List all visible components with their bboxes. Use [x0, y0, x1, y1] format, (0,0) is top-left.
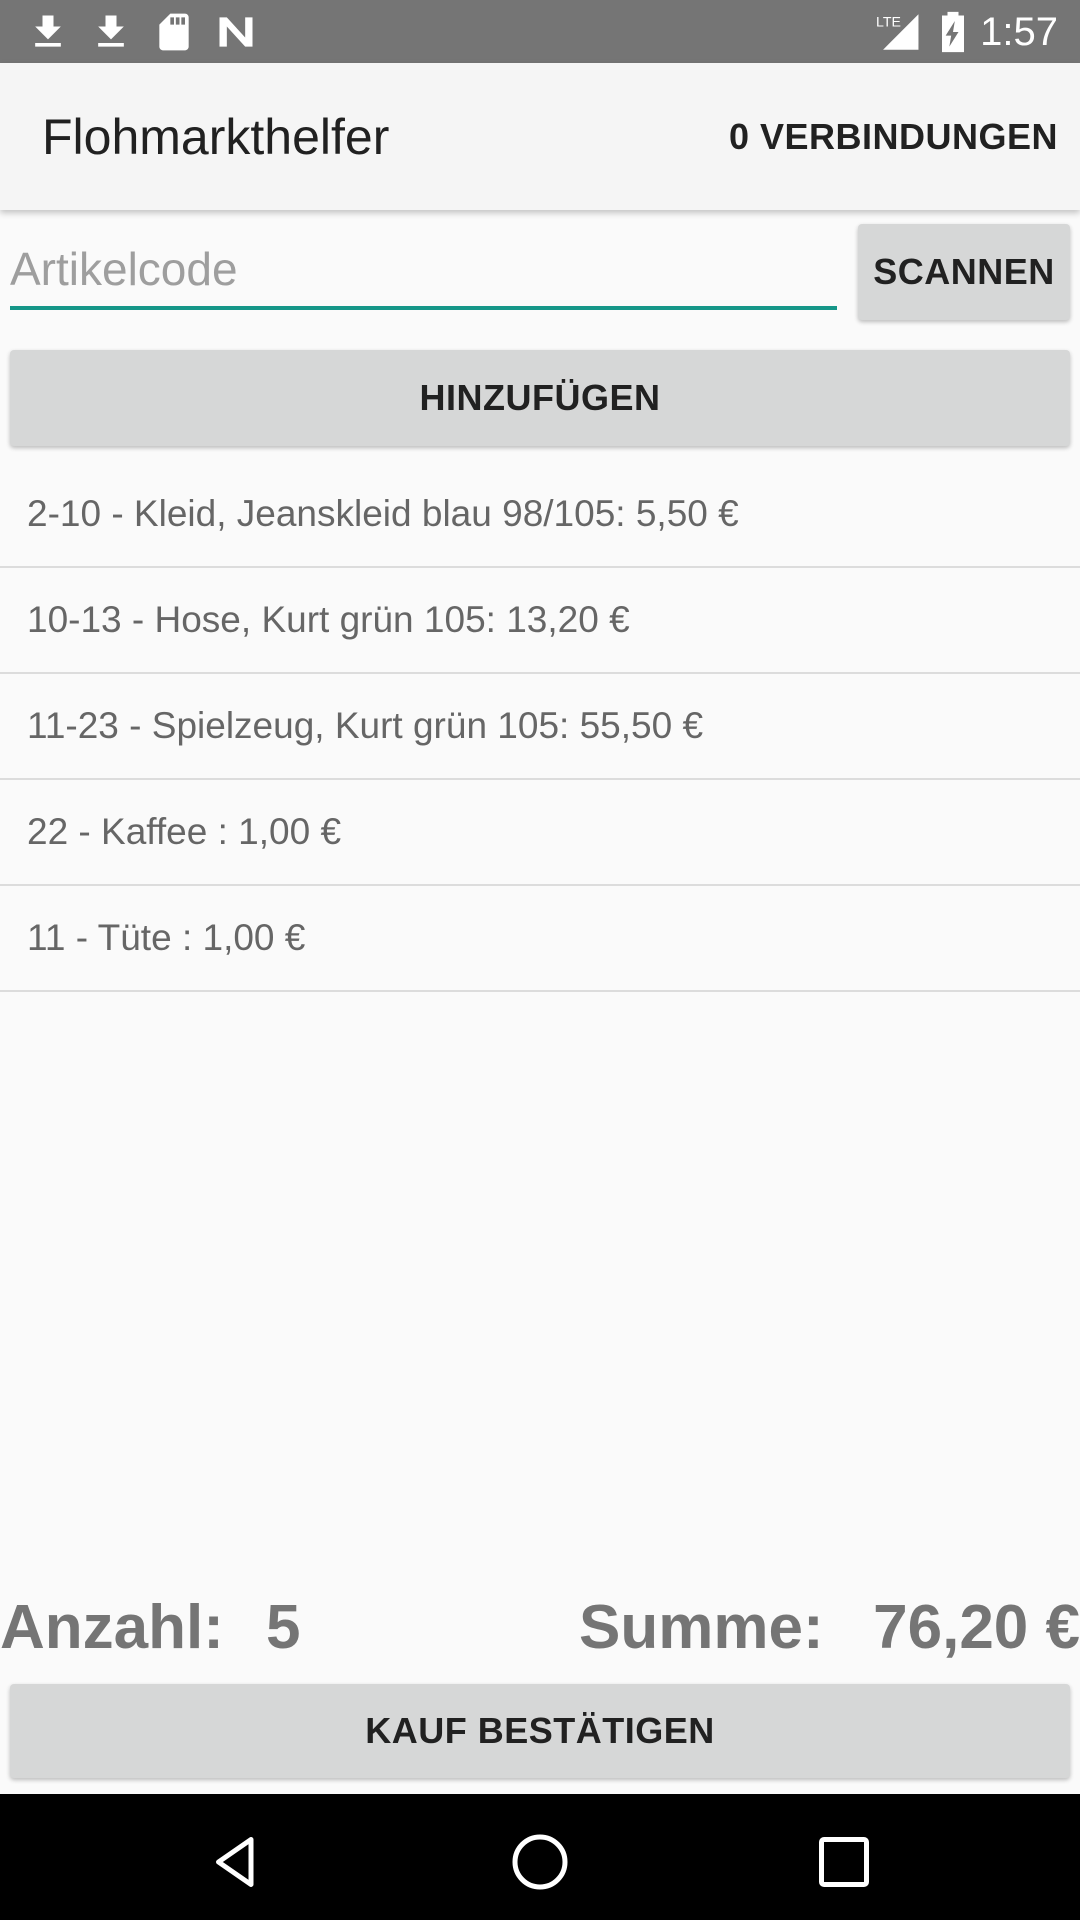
lte-signal-icon: LTE [876, 14, 919, 50]
screen: LTE 1:57 Flohmarkthelfer 0 VERBINDUNGEN … [0, 0, 1080, 1920]
home-icon[interactable] [510, 1832, 570, 1892]
sum-label: Summe: [579, 1593, 824, 1662]
status-bar: LTE 1:57 [0, 0, 1080, 63]
list-item[interactable]: 22 - Kaffee : 1,00 € [0, 780, 1080, 886]
list-item[interactable]: 11 - Tüte : 1,00 € [0, 886, 1080, 992]
status-time: 1:57 [980, 10, 1058, 54]
add-button[interactable]: HINZUFÜGEN [10, 350, 1070, 446]
count-value: 5 [266, 1593, 301, 1662]
lte-label: LTE [876, 14, 901, 30]
list-item[interactable]: 10-13 - Hose, Kurt grün 105: 13,20 € [0, 568, 1080, 674]
list-item[interactable]: 2-10 - Kleid, Jeanskleid blau 98/105: 5,… [0, 462, 1080, 568]
list-item[interactable]: 11-23 - Spielzeug, Kurt grün 105: 55,50 … [0, 674, 1080, 780]
sum-value: 76,20 € [873, 1593, 1080, 1662]
totals-row: Anzahl: 5 Summe: 76,20 € [0, 1590, 1080, 1666]
recents-icon[interactable] [814, 1832, 874, 1892]
scan-button[interactable]: SCANNEN [858, 224, 1070, 320]
confirm-purchase-button[interactable]: KAUF BESTÄTIGEN [10, 1684, 1070, 1778]
sd-card-icon [159, 13, 189, 51]
navigation-bar [0, 1794, 1080, 1920]
article-code-input[interactable] [10, 232, 837, 310]
count-label: Anzahl: [0, 1593, 224, 1662]
download-icon [98, 15, 124, 47]
app-title: Flohmarkthelfer [42, 109, 390, 165]
connections-button[interactable]: 0 VERBINDUNGEN [729, 115, 1058, 159]
battery-charging-icon [942, 11, 964, 53]
download-icon [35, 15, 61, 47]
item-list: 2-10 - Kleid, Jeanskleid blau 98/105: 5,… [0, 462, 1080, 992]
n-logo-icon [219, 17, 253, 47]
back-icon[interactable] [206, 1832, 266, 1892]
app-bar: Flohmarkthelfer 0 VERBINDUNGEN [0, 63, 1080, 210]
